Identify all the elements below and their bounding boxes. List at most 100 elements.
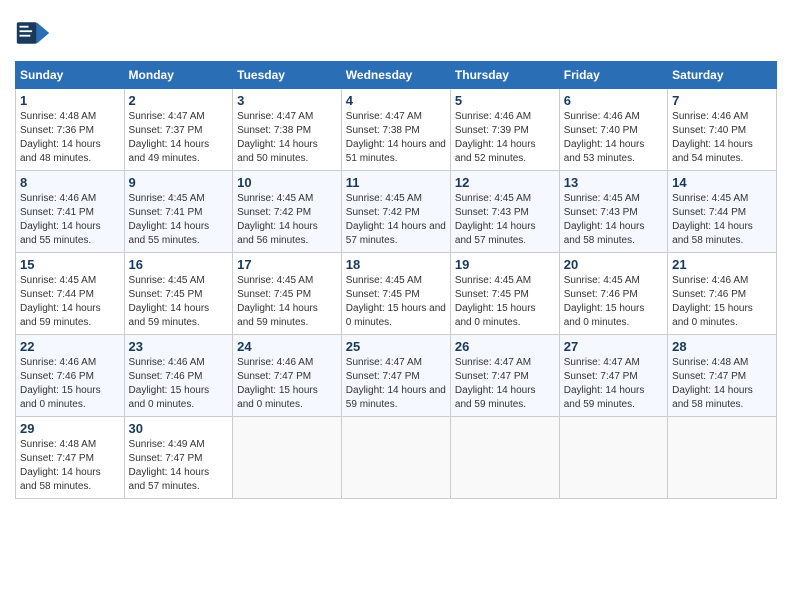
day-number: 30 <box>129 421 229 436</box>
calendar-week-row: 8 Sunrise: 4:46 AM Sunset: 7:41 PM Daylig… <box>16 171 777 253</box>
calendar-cell: 14 Sunrise: 4:45 AM Sunset: 7:44 PM Dayli… <box>668 171 777 253</box>
calendar-cell: 26 Sunrise: 4:47 AM Sunset: 7:47 PM Dayli… <box>450 335 559 417</box>
day-number: 20 <box>564 257 663 272</box>
day-info: Sunrise: 4:46 AM Sunset: 7:46 PM Dayligh… <box>672 274 772 330</box>
calendar-cell: 2 Sunrise: 4:47 AM Sunset: 7:37 PM Daylig… <box>124 89 233 171</box>
weekday-header: Sunday <box>16 62 125 89</box>
calendar-cell: 19 Sunrise: 4:45 AM Sunset: 7:45 PM Dayli… <box>450 253 559 335</box>
day-number: 25 <box>346 339 446 354</box>
day-info: Sunrise: 4:46 AM Sunset: 7:46 PM Dayligh… <box>20 356 120 412</box>
day-info: Sunrise: 4:45 AM Sunset: 7:41 PM Dayligh… <box>129 192 229 248</box>
day-number: 9 <box>129 175 229 190</box>
day-number: 14 <box>672 175 772 190</box>
calendar-cell <box>559 417 667 499</box>
calendar-cell: 1 Sunrise: 4:48 AM Sunset: 7:36 PM Daylig… <box>16 89 125 171</box>
day-info: Sunrise: 4:46 AM Sunset: 7:46 PM Dayligh… <box>129 356 229 412</box>
day-number: 23 <box>129 339 229 354</box>
calendar-week-row: 22 Sunrise: 4:46 AM Sunset: 7:46 PM Dayli… <box>16 335 777 417</box>
calendar-cell: 8 Sunrise: 4:46 AM Sunset: 7:41 PM Daylig… <box>16 171 125 253</box>
calendar-cell: 20 Sunrise: 4:45 AM Sunset: 7:46 PM Dayli… <box>559 253 667 335</box>
calendar-cell: 25 Sunrise: 4:47 AM Sunset: 7:47 PM Dayli… <box>341 335 450 417</box>
day-number: 21 <box>672 257 772 272</box>
day-number: 28 <box>672 339 772 354</box>
day-info: Sunrise: 4:48 AM Sunset: 7:47 PM Dayligh… <box>20 438 120 494</box>
weekday-header: Saturday <box>668 62 777 89</box>
day-info: Sunrise: 4:46 AM Sunset: 7:47 PM Dayligh… <box>237 356 337 412</box>
day-number: 8 <box>20 175 120 190</box>
day-info: Sunrise: 4:47 AM Sunset: 7:47 PM Dayligh… <box>346 356 446 412</box>
calendar-cell <box>450 417 559 499</box>
calendar-cell: 10 Sunrise: 4:45 AM Sunset: 7:42 PM Dayli… <box>233 171 342 253</box>
day-number: 3 <box>237 93 337 108</box>
day-info: Sunrise: 4:45 AM Sunset: 7:45 PM Dayligh… <box>237 274 337 330</box>
calendar-cell: 12Sunrise: 4:45 AM Sunset: 7:43 PM Dayli… <box>450 171 559 253</box>
day-info: Sunrise: 4:46 AM Sunset: 7:40 PM Dayligh… <box>564 110 663 166</box>
calendar-cell <box>668 417 777 499</box>
day-number: 29 <box>20 421 120 436</box>
day-number: 10 <box>237 175 337 190</box>
calendar-cell: 6 Sunrise: 4:46 AM Sunset: 7:40 PM Daylig… <box>559 89 667 171</box>
day-number: 7 <box>672 93 772 108</box>
day-info: Sunrise: 4:47 AM Sunset: 7:38 PM Dayligh… <box>346 110 446 166</box>
day-number: 2 <box>129 93 229 108</box>
day-number: 22 <box>20 339 120 354</box>
calendar-cell: 3 Sunrise: 4:47 AM Sunset: 7:38 PM Daylig… <box>233 89 342 171</box>
day-number: 4 <box>346 93 446 108</box>
day-number: 18 <box>346 257 446 272</box>
calendar-cell: 18 Sunrise: 4:45 AM Sunset: 7:45 PM Dayli… <box>341 253 450 335</box>
day-info: Sunrise: 4:45 AM Sunset: 7:45 PM Dayligh… <box>455 274 555 330</box>
day-info: Sunrise: 4:47 AM Sunset: 7:37 PM Dayligh… <box>129 110 229 166</box>
day-info: Sunrise: 4:48 AM Sunset: 7:47 PM Dayligh… <box>672 356 772 412</box>
day-info: Sunrise: 4:46 AM Sunset: 7:40 PM Dayligh… <box>672 110 772 166</box>
calendar-cell: 9 Sunrise: 4:45 AM Sunset: 7:41 PM Daylig… <box>124 171 233 253</box>
day-info: Sunrise: 4:46 AM Sunset: 7:41 PM Dayligh… <box>20 192 120 248</box>
calendar-cell: 13 Sunrise: 4:45 AM Sunset: 7:43 PM Dayli… <box>559 171 667 253</box>
calendar-cell: 5Sunrise: 4:46 AM Sunset: 7:39 PM Daylig… <box>450 89 559 171</box>
day-number: 13 <box>564 175 663 190</box>
day-info: Sunrise: 4:47 AM Sunset: 7:47 PM Dayligh… <box>455 356 555 412</box>
calendar-cell: 24 Sunrise: 4:46 AM Sunset: 7:47 PM Dayli… <box>233 335 342 417</box>
day-info: Sunrise: 4:45 AM Sunset: 7:44 PM Dayligh… <box>672 192 772 248</box>
day-info: Sunrise: 4:49 AM Sunset: 7:47 PM Dayligh… <box>129 438 229 494</box>
weekday-header: Tuesday <box>233 62 342 89</box>
day-number: 11 <box>346 175 446 190</box>
day-info: Sunrise: 4:47 AM Sunset: 7:47 PM Dayligh… <box>564 356 663 412</box>
day-info: Sunrise: 4:45 AM Sunset: 7:42 PM Dayligh… <box>346 192 446 248</box>
day-info: Sunrise: 4:45 AM Sunset: 7:42 PM Dayligh… <box>237 192 337 248</box>
day-number: 6 <box>564 93 663 108</box>
calendar-cell: 4 Sunrise: 4:47 AM Sunset: 7:38 PM Daylig… <box>341 89 450 171</box>
day-info: Sunrise: 4:45 AM Sunset: 7:43 PM Dayligh… <box>564 192 663 248</box>
day-number: 16 <box>129 257 229 272</box>
weekday-header: Thursday <box>450 62 559 89</box>
day-number: 27 <box>564 339 663 354</box>
calendar-cell: 28 Sunrise: 4:48 AM Sunset: 7:47 PM Dayli… <box>668 335 777 417</box>
calendar-week-row: 1 Sunrise: 4:48 AM Sunset: 7:36 PM Daylig… <box>16 89 777 171</box>
calendar-cell: 22 Sunrise: 4:46 AM Sunset: 7:46 PM Dayli… <box>16 335 125 417</box>
day-info: Sunrise: 4:45 AM Sunset: 7:44 PM Dayligh… <box>20 274 120 330</box>
calendar-cell <box>233 417 342 499</box>
day-number: 17 <box>237 257 337 272</box>
calendar-cell: 30 Sunrise: 4:49 AM Sunset: 7:47 PM Dayli… <box>124 417 233 499</box>
calendar-cell: 15 Sunrise: 4:45 AM Sunset: 7:44 PM Dayli… <box>16 253 125 335</box>
calendar-table: SundayMondayTuesdayWednesdayThursdayFrid… <box>15 61 777 499</box>
day-info: Sunrise: 4:47 AM Sunset: 7:38 PM Dayligh… <box>237 110 337 166</box>
day-number: 19 <box>455 257 555 272</box>
calendar-cell: 21 Sunrise: 4:46 AM Sunset: 7:46 PM Dayli… <box>668 253 777 335</box>
day-number: 1 <box>20 93 120 108</box>
day-info: Sunrise: 4:45 AM Sunset: 7:43 PM Dayligh… <box>455 192 555 248</box>
weekday-header: Friday <box>559 62 667 89</box>
day-number: 26 <box>455 339 555 354</box>
day-number: 5 <box>455 93 555 108</box>
weekday-header: Wednesday <box>341 62 450 89</box>
calendar-header-row: SundayMondayTuesdayWednesdayThursdayFrid… <box>16 62 777 89</box>
day-info: Sunrise: 4:45 AM Sunset: 7:46 PM Dayligh… <box>564 274 663 330</box>
day-info: Sunrise: 4:45 AM Sunset: 7:45 PM Dayligh… <box>129 274 229 330</box>
calendar-week-row: 29 Sunrise: 4:48 AM Sunset: 7:47 PM Dayli… <box>16 417 777 499</box>
day-info: Sunrise: 4:48 AM Sunset: 7:36 PM Dayligh… <box>20 110 120 166</box>
calendar-cell: 17 Sunrise: 4:45 AM Sunset: 7:45 PM Dayli… <box>233 253 342 335</box>
day-number: 15 <box>20 257 120 272</box>
calendar-cell: 23 Sunrise: 4:46 AM Sunset: 7:46 PM Dayli… <box>124 335 233 417</box>
day-number: 24 <box>237 339 337 354</box>
calendar-cell: 11 Sunrise: 4:45 AM Sunset: 7:42 PM Dayli… <box>341 171 450 253</box>
day-info: Sunrise: 4:45 AM Sunset: 7:45 PM Dayligh… <box>346 274 446 330</box>
